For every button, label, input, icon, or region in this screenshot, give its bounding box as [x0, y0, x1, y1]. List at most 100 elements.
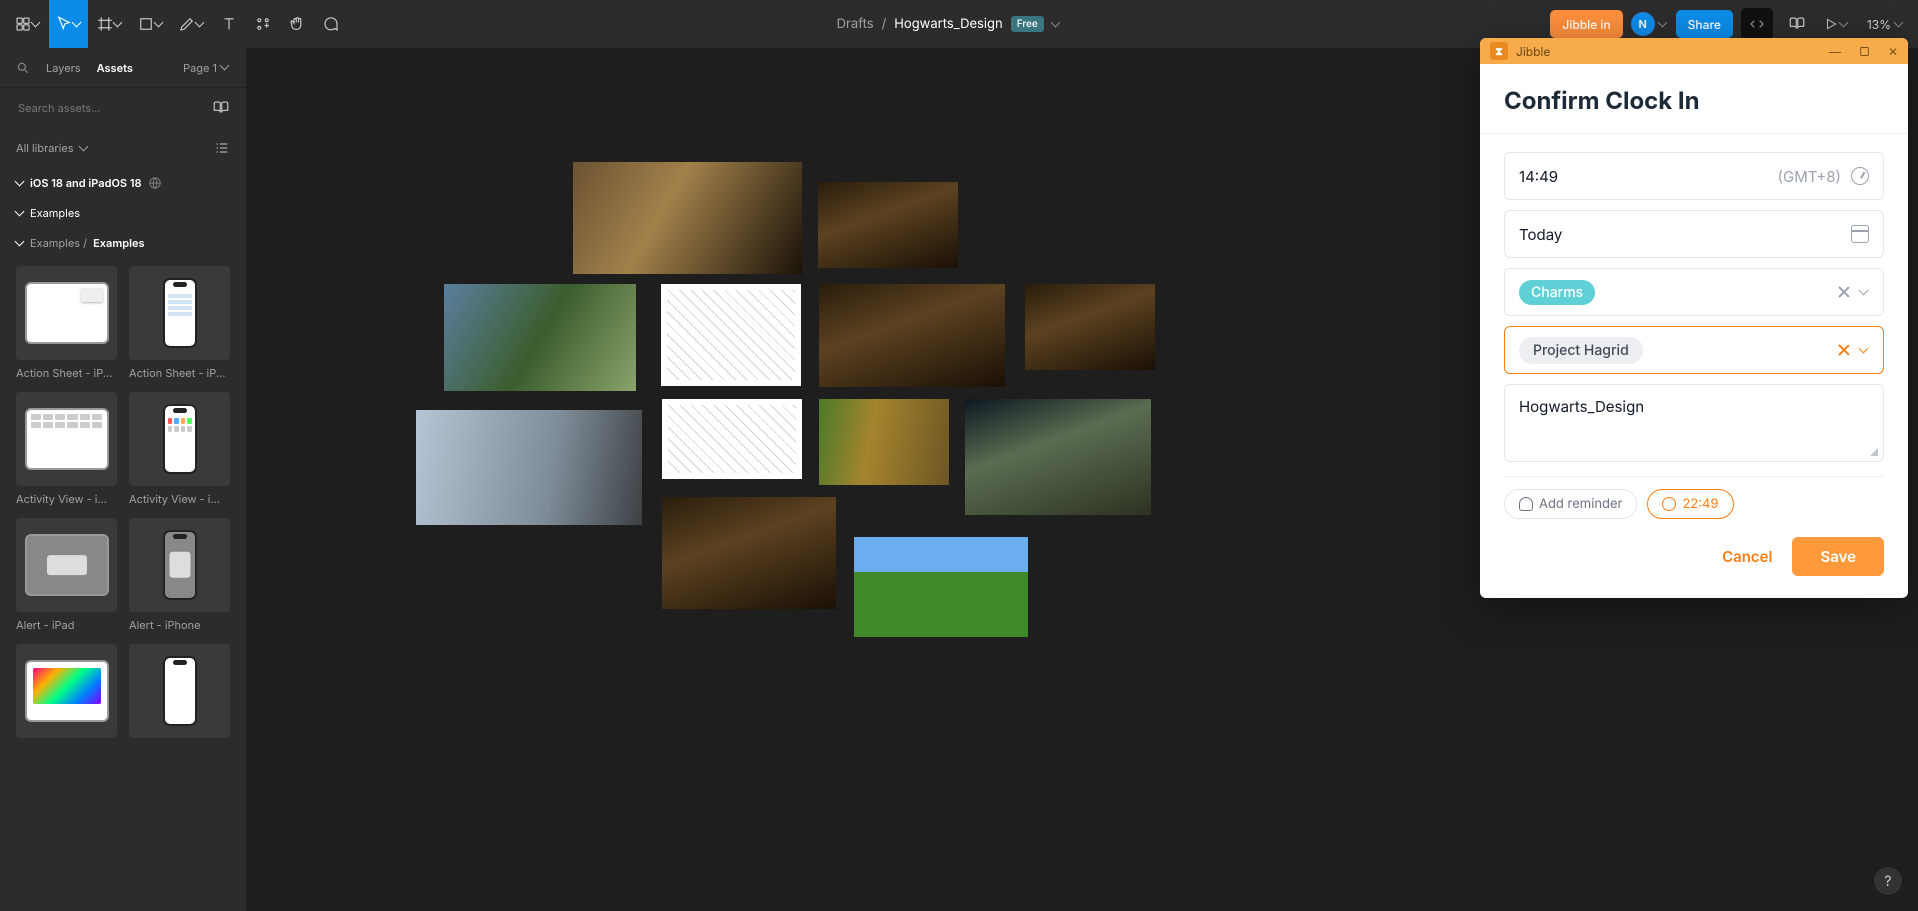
- chevron-down-icon[interactable]: [1659, 20, 1668, 29]
- clock-icon: [1851, 167, 1869, 185]
- list-view-icon[interactable]: [214, 140, 230, 156]
- asset-item[interactable]: Activity View - i...: [16, 392, 117, 506]
- text-tool[interactable]: [213, 0, 245, 48]
- chevron-down-icon: [16, 179, 24, 188]
- section-examples-child[interactable]: Examples / Examples: [0, 228, 246, 258]
- asset-label: Alert - iPad: [16, 618, 117, 632]
- section-kit[interactable]: iOS 18 and iPadOS 18: [0, 168, 246, 198]
- tab-assets[interactable]: Assets: [97, 61, 133, 75]
- section-examples-parent[interactable]: Examples: [0, 198, 246, 228]
- main-menu-button[interactable]: [8, 0, 47, 48]
- canvas-image[interactable]: [662, 399, 802, 479]
- resize-handle[interactable]: [1867, 445, 1879, 457]
- panel-tabs: Layers Assets Page 1: [0, 48, 246, 88]
- canvas-image[interactable]: [416, 410, 642, 525]
- cancel-button[interactable]: Cancel: [1722, 547, 1772, 566]
- chevron-down-icon[interactable]: [1052, 20, 1061, 29]
- canvas-image[interactable]: [819, 399, 949, 485]
- share-button[interactable]: Share: [1676, 10, 1733, 38]
- next-time-value: 22:49: [1682, 496, 1718, 512]
- add-reminder-chip[interactable]: Add reminder: [1504, 489, 1637, 519]
- tab-layers[interactable]: Layers: [46, 61, 81, 75]
- clear-icon[interactable]: [1836, 343, 1850, 357]
- project-tag[interactable]: Project Hagrid: [1519, 337, 1643, 364]
- date-field[interactable]: Today: [1504, 210, 1884, 258]
- hand-tool[interactable]: [281, 0, 313, 48]
- maximize-icon[interactable]: ▢: [1859, 44, 1870, 59]
- next-time-chip[interactable]: 22:49: [1647, 489, 1733, 519]
- chevron-down-icon: [80, 144, 89, 153]
- resources-tool[interactable]: [247, 0, 279, 48]
- breadcrumb-root[interactable]: Drafts: [837, 16, 874, 32]
- chevron-down-icon: [73, 20, 82, 29]
- chevron-down-icon: [114, 20, 123, 29]
- search-icon[interactable]: [16, 61, 30, 75]
- page-selector[interactable]: Page 1: [183, 61, 230, 75]
- activity-field[interactable]: Charms: [1504, 268, 1884, 316]
- close-icon[interactable]: ✕: [1888, 44, 1898, 59]
- add-reminder-label: Add reminder: [1539, 496, 1622, 512]
- canvas-image[interactable]: [965, 399, 1151, 515]
- asset-label: Alert - iPhone: [129, 618, 230, 632]
- pen-tool[interactable]: [172, 0, 211, 48]
- calendar-icon: [1851, 225, 1869, 243]
- asset-item[interactable]: Activity View - i...: [129, 392, 230, 506]
- asset-search-input[interactable]: [16, 100, 204, 116]
- shape-tool[interactable]: [131, 0, 170, 48]
- comment-tool[interactable]: [315, 0, 347, 48]
- jibble-body: Confirm Clock In 14:49 (GMT+8) Today Cha…: [1480, 64, 1908, 598]
- libraries-dropdown[interactable]: All libraries: [0, 128, 246, 168]
- breadcrumb-filename[interactable]: Hogwarts_Design: [894, 16, 1002, 32]
- minimize-icon[interactable]: —: [1829, 44, 1841, 59]
- plan-badge[interactable]: Free: [1011, 16, 1044, 32]
- canvas-image[interactable]: [662, 497, 836, 609]
- dev-mode-button[interactable]: [1741, 8, 1773, 40]
- zoom-control[interactable]: 13%: [1861, 8, 1910, 40]
- asset-label: Action Sheet - iP...: [16, 366, 117, 380]
- jibble-in-button[interactable]: Jibble in: [1550, 10, 1622, 38]
- canvas-image[interactable]: [819, 284, 1005, 387]
- asset-label: Activity View - i...: [16, 492, 117, 506]
- help-button[interactable]: ?: [1874, 867, 1902, 895]
- activity-tag[interactable]: Charms: [1519, 280, 1595, 305]
- time-value: 14:49: [1519, 167, 1558, 186]
- section-child-label: Examples: [93, 236, 144, 250]
- jibble-panel: ⧗ Jibble — ▢ ✕ Confirm Clock In 14:49 (G…: [1480, 38, 1908, 598]
- canvas-image[interactable]: [661, 284, 801, 386]
- library-icon[interactable]: [212, 99, 230, 117]
- move-tool[interactable]: [49, 0, 88, 48]
- jibble-titlebar[interactable]: ⧗ Jibble — ▢ ✕: [1480, 38, 1908, 64]
- chevron-down-icon[interactable]: [1860, 288, 1869, 297]
- asset-label: Action Sheet - iP...: [129, 366, 230, 380]
- chevron-down-icon: [155, 20, 164, 29]
- chevron-down-icon: [196, 20, 205, 29]
- canvas-image[interactable]: [818, 182, 958, 268]
- present-button[interactable]: [1821, 8, 1853, 40]
- canvas-image[interactable]: [444, 284, 636, 391]
- save-button[interactable]: Save: [1792, 537, 1884, 576]
- asset-item[interactable]: [129, 644, 230, 744]
- project-field[interactable]: Project Hagrid: [1504, 326, 1884, 374]
- bell-icon: [1519, 497, 1533, 511]
- asset-item[interactable]: Alert - iPad: [16, 518, 117, 632]
- chevron-down-icon[interactable]: [1860, 346, 1869, 355]
- note-field[interactable]: Hogwarts_Design: [1504, 384, 1884, 462]
- canvas-image[interactable]: [573, 162, 802, 274]
- clear-icon[interactable]: [1836, 285, 1850, 299]
- chevron-down-icon: [16, 209, 24, 218]
- library-icon[interactable]: [1781, 8, 1813, 40]
- asset-item[interactable]: Alert - iPhone: [129, 518, 230, 632]
- note-value: Hogwarts_Design: [1519, 397, 1644, 416]
- chevron-down-icon: [1840, 20, 1849, 29]
- asset-item[interactable]: Action Sheet - iP...: [129, 266, 230, 380]
- asset-item[interactable]: Action Sheet - iP...: [16, 266, 117, 380]
- avatar[interactable]: N: [1631, 12, 1655, 36]
- frame-tool[interactable]: [90, 0, 129, 48]
- libraries-label: All libraries: [16, 141, 74, 155]
- time-field[interactable]: 14:49 (GMT+8): [1504, 152, 1884, 200]
- canvas-image[interactable]: [1025, 284, 1155, 370]
- reminder-row: Add reminder 22:49: [1504, 489, 1884, 519]
- canvas-image[interactable]: [854, 537, 1028, 637]
- date-value: Today: [1519, 225, 1562, 244]
- asset-item[interactable]: [16, 644, 117, 744]
